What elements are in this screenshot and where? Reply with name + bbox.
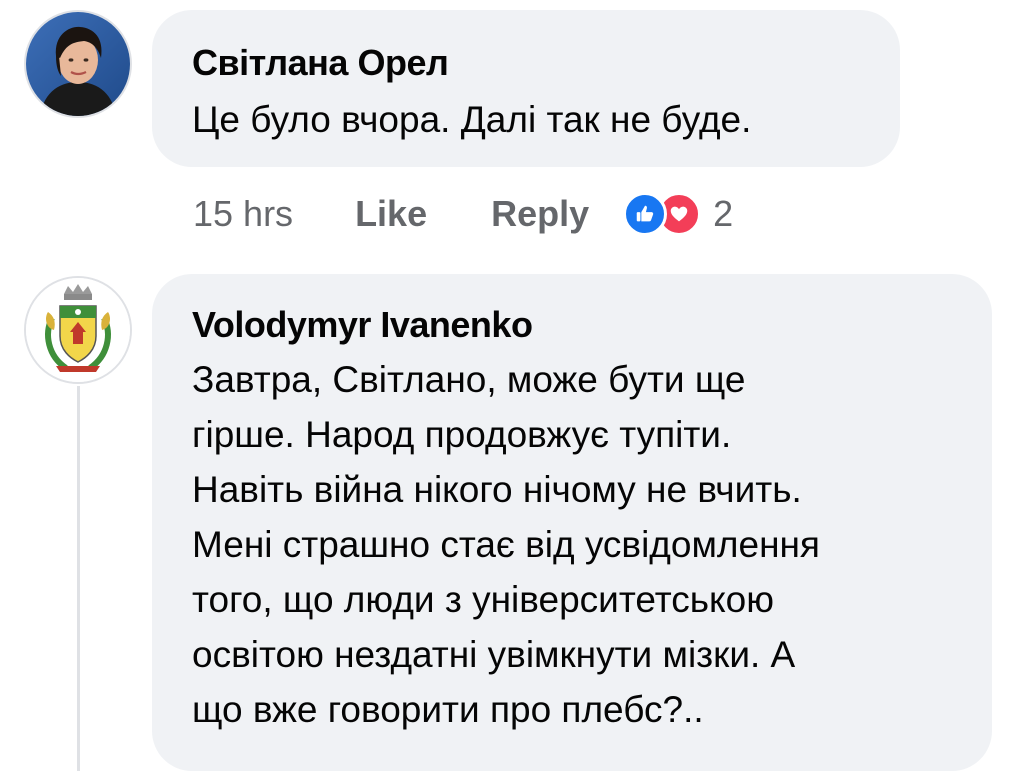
- reply-button[interactable]: Reply: [491, 193, 589, 235]
- comment-text: Завтра, Світлано, може бути ще гірше. На…: [192, 359, 820, 730]
- reaction-count: 2: [713, 193, 734, 234]
- avatar-photo: [26, 12, 130, 116]
- comment-author[interactable]: Volodymyr Ivanenko: [192, 304, 956, 346]
- comment-text: Це було вчора. Далі так не буде.: [192, 99, 752, 140]
- comment-bubble: Світлана Орел Це було вчора. Далі так не…: [152, 10, 900, 167]
- comment-actions: 15 hrs Like Reply 2: [193, 188, 733, 240]
- avatar[interactable]: [24, 10, 132, 118]
- coat-of-arms-icon: [26, 278, 130, 382]
- avatar[interactable]: [24, 276, 132, 384]
- reactions-summary[interactable]: 2: [623, 192, 733, 236]
- like-button[interactable]: Like: [355, 193, 427, 235]
- thumbs-up-icon: [623, 192, 668, 236]
- comments-thread: Світлана Орел Це було вчора. Далі так не…: [0, 0, 1024, 771]
- comment-bubble: Volodymyr Ivanenko Завтра, Світлано, мож…: [152, 274, 992, 771]
- comment-timestamp[interactable]: 15 hrs: [193, 193, 293, 235]
- comment-author[interactable]: Світлана Орел: [192, 42, 860, 84]
- thread-connector-line: [77, 386, 80, 771]
